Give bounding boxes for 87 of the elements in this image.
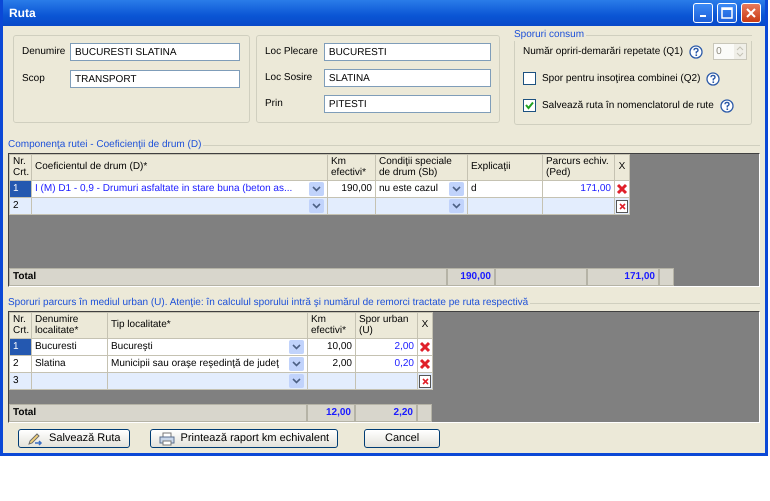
chevron-icon: [312, 203, 321, 209]
column-header: Coeficientul de drum (D)*: [32, 154, 328, 180]
column-header: Km efectivi*: [328, 154, 376, 180]
total-cell: [659, 268, 674, 286]
total-cell: [417, 404, 432, 422]
help-icon[interactable]: [720, 98, 734, 112]
field-label: Loc Sosire: [265, 72, 314, 84]
row-number: 2: [10, 198, 32, 214]
field-label: Prin: [265, 98, 284, 110]
text-field[interactable]: PITESTI: [324, 95, 491, 113]
maximize-icon: [721, 7, 733, 19]
close-icon: [618, 202, 626, 210]
checkbox-label: Spor pentru insoţirea combinei (Q2): [542, 72, 700, 84]
table-cell: 10,00: [308, 338, 356, 356]
dropdown-button[interactable]: [449, 182, 464, 196]
close-icon: [422, 378, 428, 384]
row-number: 1: [10, 180, 32, 198]
column-header: X: [418, 312, 432, 338]
table-cell: 2,00: [356, 338, 418, 356]
dropdown-button[interactable]: [309, 199, 324, 213]
delete-icon[interactable]: [419, 358, 431, 370]
dialog-button[interactable]: Salvează Ruta: [18, 429, 130, 448]
chevron-icon: [292, 361, 301, 367]
chevron-icon: [452, 186, 461, 192]
total-label: Total: [9, 404, 307, 422]
dropdown-button[interactable]: [309, 182, 324, 196]
dropdown-button[interactable]: [289, 357, 304, 371]
dropdown-field[interactable]: Bucureşti: [108, 338, 308, 356]
delete-button[interactable]: [419, 374, 431, 388]
delete-button[interactable]: [616, 200, 628, 212]
column-header: Condiţii speciale de drum (Sb): [376, 154, 468, 180]
dropdown-button[interactable]: [449, 199, 464, 213]
field-label: Loc Plecare: [265, 46, 319, 58]
column-header: Km efectivi*: [308, 312, 356, 338]
help-icon[interactable]: [706, 72, 720, 86]
row-number: 3: [10, 372, 32, 390]
field-label: Denumire: [22, 46, 66, 58]
column-header: Explicaţii: [468, 154, 542, 180]
column-header: Nr. Crt.: [10, 312, 32, 338]
dropdown-field[interactable]: [32, 198, 328, 214]
window-title: Ruta: [9, 6, 36, 20]
dropdown-field[interactable]: [108, 372, 308, 390]
text-field[interactable]: SLATINA: [324, 69, 491, 87]
group-title: Sporuri consum: [514, 29, 586, 41]
row-number: 1: [10, 338, 32, 356]
column-header: Nr. Crt.: [10, 154, 32, 180]
text-field[interactable]: TRANSPORT: [70, 70, 240, 88]
checkbox-label: Salvează ruta în nomenclatorul de rute: [542, 100, 714, 112]
dropdown-button[interactable]: [289, 374, 304, 388]
chevron-icon: [292, 378, 301, 384]
total-value: 2,20: [355, 404, 417, 422]
dropdown-field[interactable]: [376, 198, 468, 214]
table-cell: [308, 372, 356, 390]
total-label: Total: [9, 268, 447, 286]
option-label: Număr opriri-demarări repetate (Q1): [523, 46, 684, 58]
total-value: 12,00: [307, 404, 355, 422]
total-value: 190,00: [447, 268, 495, 286]
text-field[interactable]: BUCURESTI: [324, 43, 491, 61]
delete-icon[interactable]: [616, 183, 628, 195]
help-icon[interactable]: [689, 44, 704, 58]
column-header: X: [614, 154, 630, 180]
chevron-icon: [292, 344, 301, 350]
text-field[interactable]: BUCURESTI SLATINA: [70, 43, 240, 61]
close-button[interactable]: [741, 3, 761, 23]
minimize-button[interactable]: [693, 3, 713, 23]
dialog-button[interactable]: Printează raport km echivalent: [150, 429, 338, 448]
maximize-button[interactable]: [717, 3, 737, 23]
group-title: Componenţa rutei - Coeficienţii de drum (D): [8, 139, 202, 151]
printer-icon: [158, 432, 175, 446]
column-header: Denumire localitate*: [32, 312, 108, 338]
field-label: Scop: [22, 73, 46, 85]
group-title: Sporuri parcurs în mediul urban (U). Atenţie: în calculul sporului intră şi numărul de remorci tractate pe ruta respectivă: [8, 297, 530, 309]
checkbox[interactable]: [523, 72, 536, 85]
chevron-icon: [452, 203, 461, 209]
chevron-icon: [312, 186, 321, 192]
close-icon: [745, 7, 757, 19]
table-cell: Bucuresti: [32, 338, 108, 356]
dropdown-button[interactable]: [289, 340, 304, 354]
dialog-button[interactable]: Cancel: [364, 429, 440, 448]
column-header: Spor urban (U): [356, 312, 418, 338]
total-value: 171,00: [587, 268, 659, 286]
table-cell: [328, 198, 376, 214]
column-header: Parcurs echiv. (Ped): [542, 154, 614, 180]
checkbox[interactable]: [523, 99, 536, 112]
delete-icon[interactable]: [419, 341, 431, 353]
column-header: Tip localitate*: [108, 312, 308, 338]
pencil-icon: [27, 432, 43, 446]
